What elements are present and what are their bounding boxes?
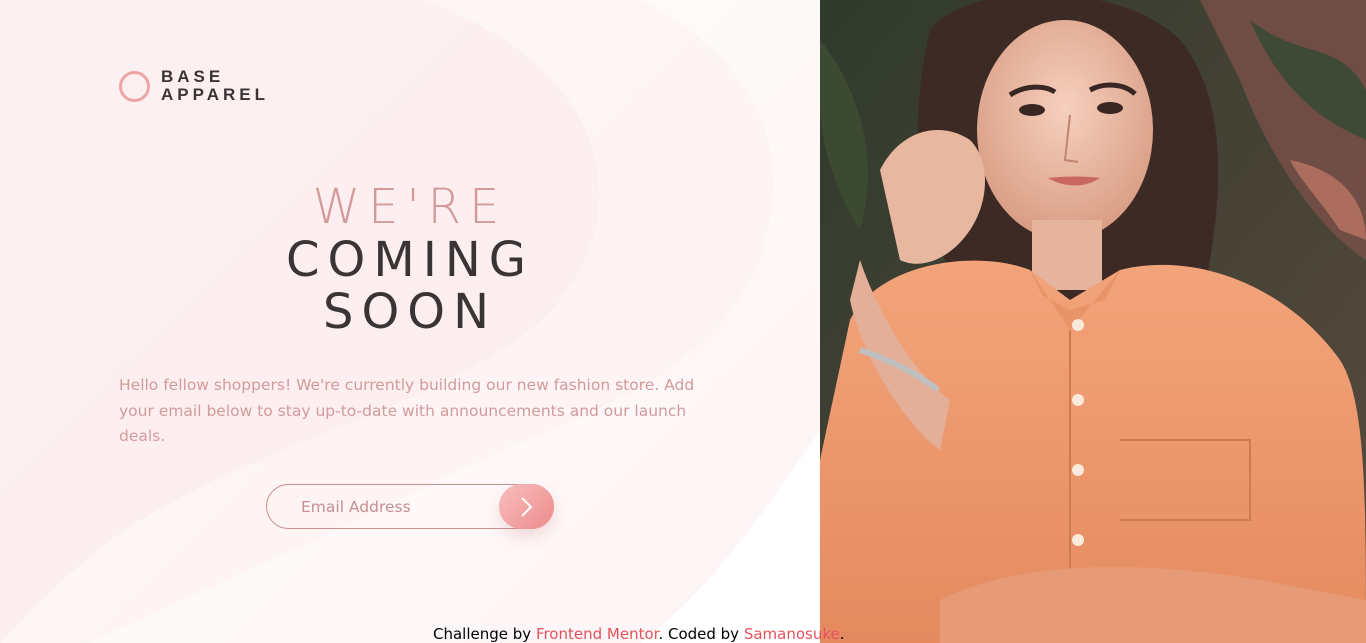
- page-headline: WE'RE COMING SOON: [160, 180, 660, 338]
- signup-form: [266, 484, 554, 529]
- logo-ring-icon: [119, 70, 150, 102]
- hero-image: [820, 0, 1366, 643]
- frontend-mentor-link[interactable]: Frontend Mentor: [536, 625, 659, 643]
- headline-line-coming: COMING: [286, 232, 534, 288]
- footer-suffix: .: [839, 625, 845, 643]
- hero-photo: [820, 0, 1366, 643]
- headline-line-soon: SOON: [323, 284, 497, 340]
- submit-button[interactable]: [499, 484, 554, 529]
- author-link[interactable]: Samanosuke: [744, 625, 840, 643]
- brand-wordmark: BASE APPAREL: [161, 68, 269, 104]
- footer-middle: . Coded by: [658, 625, 744, 643]
- brand-line-1: BASE: [161, 67, 225, 86]
- brand-line-2: APPAREL: [161, 85, 269, 104]
- footer-prefix: Challenge by: [433, 625, 536, 643]
- intro-description: Hello fellow shoppers! We're currently b…: [119, 376, 695, 445]
- headline-light-word: WE'RE: [312, 179, 508, 235]
- attribution-footer: Challenge by Frontend Mentor. Coded by S…: [433, 625, 845, 643]
- content-panel: BASE APPAREL WE'RE COMING SOON Hello fel…: [0, 0, 820, 643]
- chevron-right-icon: [520, 496, 532, 517]
- brand-logo[interactable]: BASE APPAREL: [119, 68, 269, 104]
